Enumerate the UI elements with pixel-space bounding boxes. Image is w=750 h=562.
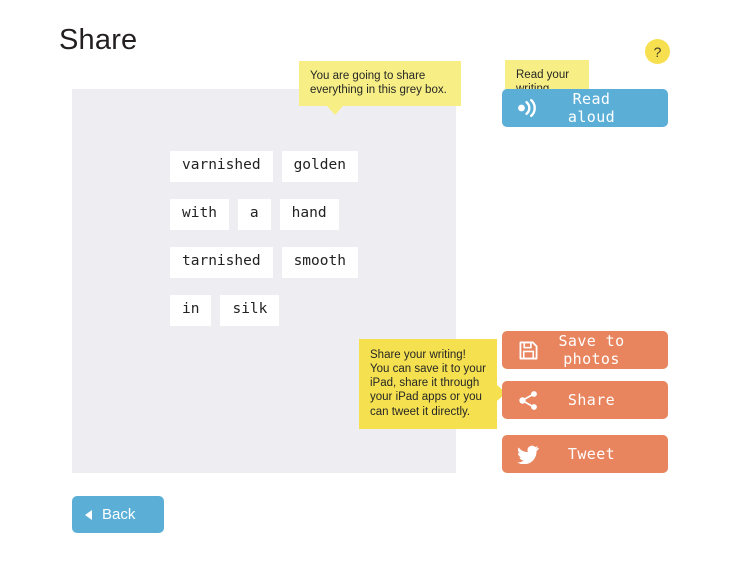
back-button[interactable]: Back xyxy=(72,496,164,533)
read-aloud-button[interactable]: Read aloud xyxy=(502,89,668,127)
tooltip-share-text: Share your writing! You can save it to y… xyxy=(370,349,486,418)
volume-sound-icon xyxy=(515,95,541,121)
left-triangle-icon xyxy=(85,509,92,520)
share-nodes-icon xyxy=(515,387,541,413)
word-tile[interactable]: smooth xyxy=(281,246,358,278)
twitter-bird-icon xyxy=(515,441,541,467)
word-tile[interactable]: a xyxy=(237,198,271,230)
tooltip-pointer-down-icon xyxy=(327,106,343,116)
tooltip-share: Share your writing! You can save it to y… xyxy=(359,339,506,429)
page-title: Share xyxy=(59,24,138,56)
help-button[interactable]: ? xyxy=(645,39,670,64)
word-tile[interactable]: varnished xyxy=(170,151,273,182)
tooltip-grey-box-text: You are going to share everything in thi… xyxy=(310,70,447,97)
word-tile[interactable]: golden xyxy=(281,151,358,182)
word-row: tarnished smooth xyxy=(170,246,456,278)
word-tile[interactable]: silk xyxy=(220,294,280,326)
word-tile[interactable]: tarnished xyxy=(170,246,273,278)
save-to-photos-button[interactable]: Save to photos xyxy=(502,331,668,369)
tooltip-grey-box: You are going to share everything in thi… xyxy=(299,61,461,116)
word-tile[interactable]: with xyxy=(170,198,229,230)
word-row: in silk xyxy=(170,294,456,326)
tweet-button[interactable]: Tweet xyxy=(502,435,668,473)
question-mark-icon: ? xyxy=(653,43,662,60)
read-aloud-label: Read aloud xyxy=(567,90,616,126)
word-tile[interactable]: in xyxy=(170,294,212,326)
word-tile[interactable]: hand xyxy=(279,198,339,230)
word-row: with a hand xyxy=(170,198,456,230)
save-to-photos-label: Save to photos xyxy=(558,332,625,368)
tweet-label: Tweet xyxy=(567,445,616,463)
floppy-disk-save-icon xyxy=(515,337,541,363)
share-label: Share xyxy=(567,391,616,409)
word-row: varnished golden xyxy=(170,151,456,182)
back-label: Back xyxy=(102,506,136,523)
share-button[interactable]: Share xyxy=(502,381,668,419)
